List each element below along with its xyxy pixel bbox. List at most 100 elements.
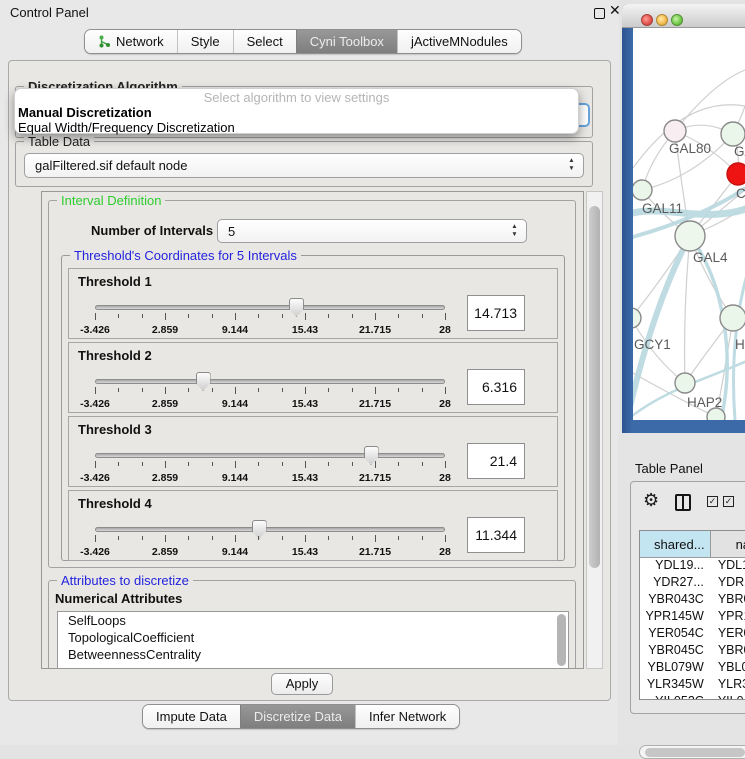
- tab-infer-network[interactable]: Infer Network: [355, 705, 459, 728]
- threshold-2-slider[interactable]: -3.4262.8599.14415.4321.71528: [95, 371, 445, 411]
- tick-label: 9.144: [222, 324, 248, 336]
- tick-mark: [398, 536, 399, 540]
- table-row[interactable]: YLR345WYLR3: [640, 677, 745, 694]
- table-horizontal-scrollbar[interactable]: [639, 745, 745, 759]
- network-canvas[interactable]: GAL80GACGAL11GAL4GCY1HHAP2: [633, 28, 745, 420]
- network-node[interactable]: [675, 221, 705, 251]
- cell-shared-name[interactable]: YDR27...: [640, 575, 711, 592]
- table-data-combobox[interactable]: galFiltered.sif default node ▲▼: [24, 153, 584, 178]
- cell-shared-name[interactable]: YLR345W: [640, 677, 711, 694]
- cell-name[interactable]: YLR3: [711, 677, 745, 694]
- tab-jactivemnodules[interactable]: jActiveMNodules: [397, 30, 521, 53]
- attribute-list-item[interactable]: BetweennessCentrality: [58, 646, 568, 663]
- slider-track[interactable]: [95, 379, 445, 384]
- scrollbar-thumb[interactable]: [589, 206, 600, 568]
- network-node[interactable]: [633, 308, 641, 328]
- attribute-list-item[interactable]: TopologicalCoefficient: [58, 629, 568, 646]
- slider-track[interactable]: [95, 527, 445, 532]
- control-panel: Control Panel ✕ Network Style Select Cyn…: [0, 0, 619, 745]
- slider-thumb[interactable]: [364, 446, 379, 465]
- network-node[interactable]: [707, 408, 725, 420]
- table-row[interactable]: YER054CYER0: [640, 626, 745, 643]
- tab-select[interactable]: Select: [233, 30, 296, 53]
- threshold-3-slider[interactable]: -3.4262.8599.14415.4321.71528: [95, 445, 445, 485]
- checkbox-icon[interactable]: ✓: [723, 496, 734, 507]
- cell-name[interactable]: YIL0: [711, 694, 745, 699]
- network-node[interactable]: [675, 373, 695, 393]
- table-row[interactable]: YIL052CYIL0: [640, 694, 745, 699]
- network-node[interactable]: [633, 180, 652, 200]
- network-node[interactable]: [721, 122, 745, 146]
- number-of-intervals-combobox[interactable]: 5 ▲▼: [217, 219, 527, 243]
- slider-track[interactable]: [95, 305, 445, 310]
- threshold-4-slider[interactable]: -3.4262.8599.14415.4321.71528: [95, 519, 445, 559]
- checkbox-icon[interactable]: ✓: [707, 496, 718, 507]
- node-label: GAL80: [669, 141, 711, 156]
- tab-discretize-data[interactable]: Discretize Data: [240, 705, 355, 728]
- cell-shared-name[interactable]: YBR045C: [640, 643, 711, 660]
- slider-thumb[interactable]: [196, 372, 211, 391]
- table-row[interactable]: YBL079WYBL0: [640, 660, 745, 677]
- tick-label: 9.144: [222, 398, 248, 410]
- cell-name[interactable]: YBR0: [711, 592, 745, 609]
- tick-mark: [235, 461, 236, 468]
- tab-impute-data[interactable]: Impute Data: [143, 705, 240, 728]
- cell-name[interactable]: YDR2: [711, 575, 745, 592]
- stepper-arrows-icon[interactable]: ▲▼: [567, 157, 576, 173]
- threshold-value-field[interactable]: 21.4: [467, 443, 525, 479]
- stepper-arrows-icon[interactable]: ▲▼: [510, 223, 519, 239]
- cell-shared-name[interactable]: YBL079W: [640, 660, 711, 677]
- cell-shared-name[interactable]: YBR043C: [640, 592, 711, 609]
- threshold-label: Threshold 3: [78, 422, 152, 437]
- zoom-traffic-light-icon[interactable]: [671, 14, 683, 26]
- table-row[interactable]: YPR145WYPR1: [640, 609, 745, 626]
- tick-mark: [282, 314, 283, 318]
- cell-shared-name[interactable]: YER054C: [640, 626, 711, 643]
- cell-name[interactable]: YER0: [711, 626, 745, 643]
- slider-thumb[interactable]: [289, 298, 304, 317]
- gear-icon[interactable]: ⚙: [643, 490, 659, 510]
- close-traffic-light-icon[interactable]: [641, 14, 653, 26]
- cell-name[interactable]: YBL0: [711, 660, 745, 677]
- table-row[interactable]: YBR043CYBR0: [640, 592, 745, 609]
- tick-mark: [165, 387, 166, 394]
- tab-network[interactable]: Network: [85, 30, 177, 53]
- cell-name[interactable]: YBR0: [711, 643, 745, 660]
- float-window-icon[interactable]: [594, 8, 605, 19]
- list-scrollbar[interactable]: [557, 614, 566, 666]
- table-row[interactable]: YDL19...YDL1: [640, 558, 745, 575]
- split-columns-icon[interactable]: [675, 494, 691, 511]
- network-node[interactable]: [727, 163, 745, 185]
- column-header-name[interactable]: na: [711, 531, 745, 557]
- apply-button[interactable]: Apply: [271, 673, 333, 695]
- cell-name[interactable]: YDL1: [711, 558, 745, 575]
- close-icon[interactable]: ✕: [609, 2, 621, 19]
- network-node[interactable]: [664, 120, 686, 142]
- column-header-shared-name[interactable]: shared...: [640, 531, 711, 557]
- settings-scrollbar[interactable]: [586, 191, 603, 669]
- table-row[interactable]: YDR27...YDR2: [640, 575, 745, 592]
- cell-name[interactable]: YPR1: [711, 609, 745, 626]
- numerical-attributes-list[interactable]: SelfLoopsTopologicalCoefficientBetweenne…: [57, 611, 569, 669]
- threshold-value-field[interactable]: 14.713: [467, 295, 525, 331]
- threshold-value-field[interactable]: 6.316: [467, 369, 525, 405]
- tick-mark: [328, 536, 329, 540]
- dropdown-option-equal-width[interactable]: Equal Width/Frequency Discretization: [15, 120, 578, 135]
- scrollbar-thumb[interactable]: [645, 748, 745, 757]
- tab-style[interactable]: Style: [177, 30, 233, 53]
- cell-shared-name[interactable]: YIL052C: [640, 694, 711, 699]
- attribute-list-item[interactable]: SelfLoops: [58, 612, 568, 629]
- slider-track[interactable]: [95, 453, 445, 458]
- tick-mark: [212, 536, 213, 540]
- threshold-1-panel: Threshold 1 -3.4262.8599.14415.4321.7152…: [68, 268, 558, 339]
- table-row[interactable]: YBR045CYBR0: [640, 643, 745, 660]
- network-node[interactable]: [720, 305, 745, 331]
- threshold-value-field[interactable]: 11.344: [467, 517, 525, 553]
- cell-shared-name[interactable]: YPR145W: [640, 609, 711, 626]
- threshold-1-slider[interactable]: -3.4262.8599.14415.4321.71528: [95, 297, 445, 337]
- network-window-titlebar[interactable]: [622, 4, 745, 28]
- tab-cyni-toolbox[interactable]: Cyni Toolbox: [296, 30, 397, 53]
- cell-shared-name[interactable]: YDL19...: [640, 558, 711, 575]
- dropdown-option-manual[interactable]: Manual Discretization: [15, 105, 578, 120]
- minimize-traffic-light-icon[interactable]: [656, 14, 668, 26]
